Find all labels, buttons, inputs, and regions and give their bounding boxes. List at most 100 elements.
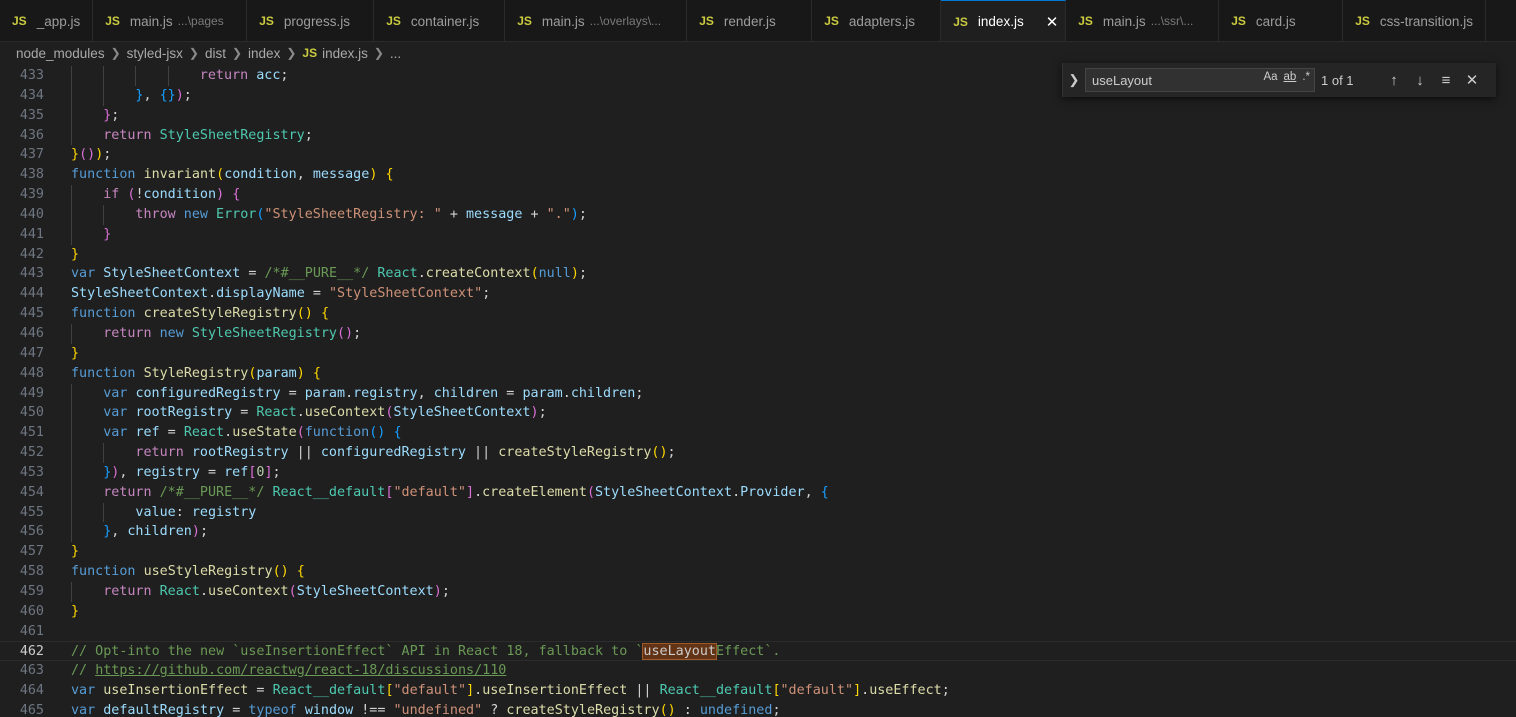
line-number: 441 [19, 226, 44, 242]
code-line[interactable]: 463 // https://github.com/reactwg/react-1… [0, 661, 1516, 681]
code-line[interactable]: 449 var configuredRegistry = param.regist… [0, 383, 1516, 404]
code-token: createStyleRegistry [143, 306, 297, 322]
code-line[interactable]: 452 return rootRegistry || configuredRegi… [0, 443, 1516, 463]
arrow-down-icon[interactable]: ↓ [1407, 72, 1433, 89]
code-line[interactable]: 461 [0, 622, 1516, 642]
js-file-icon: JS [1231, 14, 1246, 28]
code-text: return /*#__PURE__*/ React__default["def… [103, 483, 829, 503]
code-line[interactable]: 441} [0, 224, 1516, 245]
code-line[interactable]: 445 function createStyleRegistry() { [0, 304, 1516, 324]
code-line[interactable]: 446 return new StyleSheetRegistry(); [0, 323, 1516, 344]
chevron-right-icon: ❯ [188, 46, 199, 60]
code-token: var [103, 385, 128, 401]
tab-css-transition-js[interactable]: JS css-transition.js [1343, 0, 1486, 41]
code-line[interactable]: 459 return React.useContext(StyleSheetCon… [0, 581, 1516, 602]
code-line[interactable]: 464 var useInsertionEffect = React__defau… [0, 681, 1516, 701]
line-number: 453 [19, 464, 44, 480]
tab-main-js-pages[interactable]: JS main.js ...\pages [93, 0, 248, 41]
code-line[interactable]: 436 return StyleSheetRegistry; [0, 125, 1516, 146]
code-line[interactable]: 453}), registry = ref[0]; [0, 462, 1516, 483]
code-token: React__default [272, 484, 386, 500]
code-token: } [71, 147, 80, 163]
code-line[interactable]: 447} [0, 344, 1516, 364]
code-line[interactable]: 460} [0, 602, 1516, 622]
code-line[interactable]: 451 var ref = React.useState(function() { [0, 423, 1516, 444]
code-token: () [337, 325, 354, 341]
code-token: if [103, 187, 120, 203]
indent-guide [103, 66, 105, 86]
code-token: return [103, 127, 152, 143]
chevron-right-icon[interactable]: ❯ [1063, 72, 1085, 88]
tab-card-js[interactable]: JS card.js [1219, 0, 1344, 41]
code-token: ] [853, 683, 862, 699]
code-token: : [675, 703, 700, 717]
line-number: 443 [19, 266, 44, 282]
code-text: var ref = React.useState(function() { [103, 423, 401, 443]
whole-word-icon[interactable]: ab [1284, 71, 1297, 83]
code-token: "default" [393, 683, 467, 699]
line-number: 446 [19, 325, 44, 341]
code-text: StyleSheetContext.displayName = "StyleSh… [71, 284, 490, 304]
code-line[interactable]: 440 throw new Error("StyleSheetRegistry: … [0, 204, 1516, 225]
close-tab-icon[interactable]: ✕ [1046, 13, 1059, 31]
breadcrumb-file[interactable]: index.js [322, 46, 368, 61]
arrow-up-icon[interactable]: ↑ [1381, 72, 1407, 89]
code-line[interactable]: 448 function StyleRegistry(param) { [0, 364, 1516, 384]
code-token: } [71, 345, 80, 361]
code-token: rootRegistry [191, 445, 289, 461]
code-line[interactable]: 435}; [0, 105, 1516, 126]
tab-main-js-ssr[interactable]: JS main.js ...\ssr\... [1066, 0, 1220, 41]
tab-render-js[interactable]: JS render.js [687, 0, 813, 41]
code-line[interactable]: 454 return /*#__PURE__*/ React__default["… [0, 482, 1516, 503]
code-token: ; [280, 68, 289, 83]
code-line[interactable]: 450 var rootRegistry = React.useContext(S… [0, 403, 1516, 424]
code-token: } [71, 246, 80, 262]
tab-adapters-js[interactable]: JS adapters.js [812, 0, 942, 41]
close-icon[interactable]: ✕ [1459, 71, 1485, 89]
code-line[interactable]: 462 // Opt-into the new `useInsertionEffe… [0, 641, 1516, 662]
breadcrumb-index[interactable]: index [248, 46, 280, 61]
tab-main-js-overlays[interactable]: JS main.js ...\overlays\... [505, 0, 688, 41]
line-number: 454 [19, 484, 44, 500]
code-token: ref [224, 464, 249, 480]
code-token: React__default [272, 683, 386, 699]
find-in-selection-icon[interactable]: ≡ [1433, 72, 1459, 89]
code-token: ] [466, 484, 475, 500]
code-editor[interactable]: 433 return acc; 434}, {}); 435}; 436 return S… [0, 66, 1516, 717]
code-token: () [79, 147, 96, 163]
code-line[interactable]: 437}()); [0, 145, 1516, 165]
indent-guide [71, 423, 72, 444]
chevron-right-icon: ❯ [231, 46, 243, 60]
code-line[interactable]: 438 function invariant(condition, message… [0, 165, 1516, 185]
code-token: StyleSheetContext [71, 286, 209, 302]
code-line[interactable]: 442} [0, 245, 1516, 265]
breadcrumb-node-modules[interactable]: node_modules [16, 46, 105, 61]
code-line[interactable]: 456}, children); [0, 522, 1516, 543]
breadcrumb-dist[interactable]: dist [205, 46, 226, 61]
code-token: Effect`. [715, 644, 781, 660]
code-token: function [71, 306, 136, 322]
breadcrumb-symbols[interactable]: ... [390, 46, 401, 61]
code-token: StyleSheetContext [595, 484, 733, 500]
tab-progress-js[interactable]: JS progress.js [247, 0, 375, 41]
tab-container-js[interactable]: JS container.js [374, 0, 506, 41]
code-line[interactable]: 455 value: registry [0, 502, 1516, 523]
code-line[interactable]: 465 var defaultRegistry = typeof window !… [0, 701, 1516, 717]
find-input[interactable]: useLayout Aa ab .* [1085, 68, 1315, 92]
code-line[interactable]: 458 function useStyleRegistry() { [0, 562, 1516, 582]
code-token: ; [353, 325, 362, 341]
tab-app-js[interactable]: JS _app.js [0, 0, 94, 41]
code-line[interactable]: 444 StyleSheetContext.displayName = "Styl… [0, 284, 1516, 304]
code-line[interactable]: 443 var StyleSheetContext = /*#__PURE__*/… [0, 264, 1516, 284]
code-text: } [71, 344, 79, 364]
match-case-icon[interactable]: Aa [1263, 71, 1277, 83]
tab-index-js[interactable]: JS index.js ✕ [941, 0, 1067, 41]
code-line[interactable]: 439 if (!condition) { [0, 185, 1516, 205]
breadcrumb-styled-jsx[interactable]: styled-jsx [127, 46, 183, 61]
code-line[interactable]: 457} [0, 542, 1516, 562]
regex-icon[interactable]: .* [1302, 71, 1310, 83]
code-token: || [465, 445, 499, 461]
line-number: 450 [19, 405, 44, 421]
breadcrumb: node_modules ❯ styled-jsx ❯ dist ❯ index… [0, 42, 1516, 64]
